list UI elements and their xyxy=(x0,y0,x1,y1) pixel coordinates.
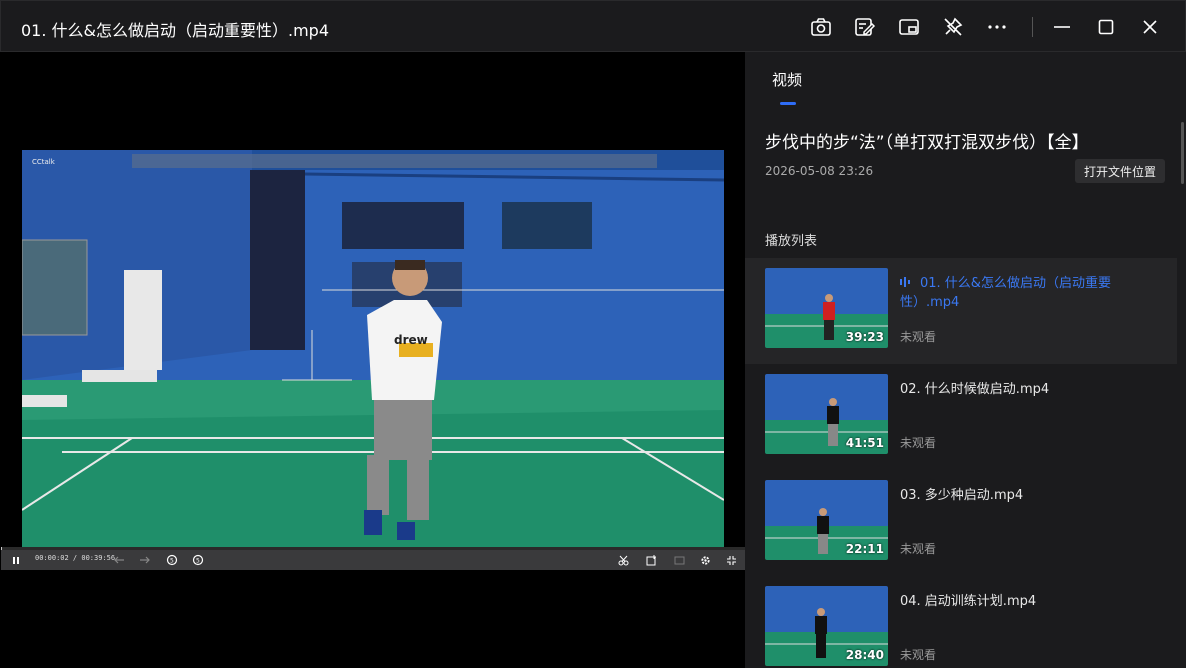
item-name: 01. 什么&怎么做启动（启动重要性）.mp4 xyxy=(900,274,1111,310)
thumbnail: 22:11 xyxy=(765,480,888,560)
next-icon[interactable] xyxy=(137,552,153,568)
watch-status: 未观看 xyxy=(900,436,937,450)
duration: 28:40 xyxy=(845,648,884,662)
duration: 41:51 xyxy=(845,436,884,450)
duration: 22:11 xyxy=(845,542,884,556)
scrollbar[interactable] xyxy=(1181,122,1184,184)
scissors-icon[interactable] xyxy=(615,552,631,568)
prev-icon[interactable] xyxy=(111,552,127,568)
course-date: 2026-05-08 23:26 xyxy=(765,164,874,178)
exit-fullscreen-icon[interactable] xyxy=(723,552,739,568)
title-bar: 01. 什么&怎么做启动（启动重要性）.mp4 xyxy=(0,0,1186,52)
playlist-item-1[interactable]: 39:23 01. 什么&怎么做启动（启动重要性）.mp4 未观看 xyxy=(745,258,1177,364)
camera-icon[interactable] xyxy=(807,13,835,41)
pause-icon[interactable] xyxy=(9,552,23,568)
tab-video[interactable]: 视频 xyxy=(772,69,802,90)
time-current: 00:00:02 xyxy=(35,554,69,562)
svg-text:5: 5 xyxy=(170,558,174,565)
thumbnail: 39:23 xyxy=(765,268,888,348)
picture-in-picture-icon[interactable] xyxy=(895,13,923,41)
control-bar: 00:00:02 / 00:39:56 5 5 xyxy=(1,550,745,570)
forward-icon[interactable]: 5 xyxy=(190,552,206,568)
svg-text:5: 5 xyxy=(196,558,200,565)
pin-off-icon[interactable] xyxy=(939,13,967,41)
settings-icon[interactable] xyxy=(697,552,713,568)
video-watermark: CCtalk xyxy=(32,158,56,166)
maximize-icon[interactable] xyxy=(1092,13,1120,41)
now-playing-icon xyxy=(900,274,914,293)
rewind-icon[interactable]: 5 xyxy=(164,552,180,568)
side-panel: 视频 步伐中的步“法”（单打双打混双步伐）【全】 2026-05-08 23:2… xyxy=(745,52,1186,668)
item-name: 02. 什么时候做启动.mp4 xyxy=(900,382,1050,397)
minimize-icon[interactable] xyxy=(1048,13,1076,41)
subtitle-icon[interactable] xyxy=(671,552,687,568)
watch-status: 未观看 xyxy=(900,648,937,662)
note-edit-icon[interactable] xyxy=(851,13,879,41)
video-frame[interactable]: drew CCtalk xyxy=(22,150,724,548)
item-name: 04. 启动训练计划.mp4 xyxy=(900,594,1037,609)
playlist-label: 播放列表 xyxy=(765,234,818,249)
timecode: 00:00:02 / 00:39:56 xyxy=(35,554,116,562)
more-icon[interactable] xyxy=(983,13,1011,41)
open-file-location-button[interactable]: 打开文件位置 xyxy=(1075,159,1165,183)
add-bookmark-icon[interactable] xyxy=(643,552,659,568)
window-title: 01. 什么&怎么做启动（启动重要性）.mp4 xyxy=(21,21,330,40)
playlist-item-4[interactable]: 28:40 04. 启动训练计划.mp4 未观看 xyxy=(745,576,1177,668)
video-player: drew CCtalk 00:00:02 / 00:39:56 5 5 xyxy=(1,52,745,666)
thumbnail: 41:51 xyxy=(765,374,888,454)
watch-status: 未观看 xyxy=(900,542,937,556)
titlebar-separator xyxy=(1032,17,1033,37)
item-name: 03. 多少种启动.mp4 xyxy=(900,488,1024,503)
watch-status: 未观看 xyxy=(900,330,937,344)
tab-underline xyxy=(780,102,796,105)
course-title: 步伐中的步“法”（单打双打混双步伐）【全】 xyxy=(765,133,1089,153)
svg-text:drew: drew xyxy=(394,333,428,347)
duration: 39:23 xyxy=(845,330,884,344)
close-icon[interactable] xyxy=(1136,13,1164,41)
playlist-item-2[interactable]: 41:51 02. 什么时候做启动.mp4 未观看 xyxy=(745,364,1177,470)
thumbnail: 28:40 xyxy=(765,586,888,666)
playlist-item-3[interactable]: 22:11 03. 多少种启动.mp4 未观看 xyxy=(745,470,1177,576)
